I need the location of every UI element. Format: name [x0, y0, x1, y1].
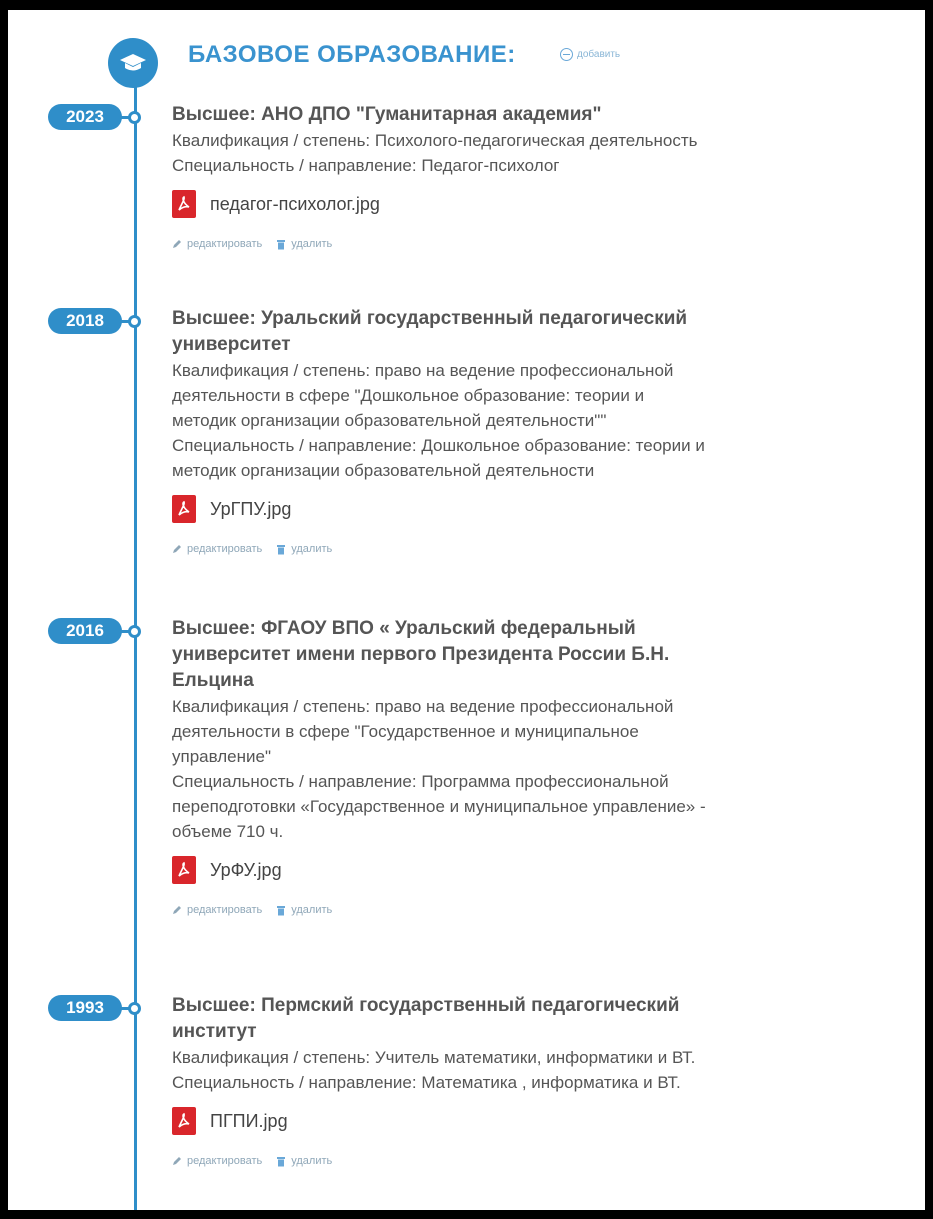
- entry-text-line: методик организации образовательной деят…: [172, 461, 595, 480]
- entry-title: Высшее: Уральский государственный педаго…: [172, 308, 688, 329]
- entry-text-line: Специальность / направление: Математика …: [172, 1073, 681, 1092]
- pdf-file-icon: [172, 495, 196, 523]
- delete-label: удалить: [291, 904, 333, 916]
- trash-icon: [277, 544, 286, 554]
- delete-label: удалить: [291, 238, 333, 250]
- file-name[interactable]: УрФУ.jpg: [210, 860, 282, 881]
- entry-actions: редактировать удалить: [172, 238, 885, 250]
- entry-actions: редактировать удалить: [172, 1155, 885, 1167]
- entry-text-line: Квалификация / степень: Психолого-педаго…: [172, 131, 698, 150]
- year-badge: 1993: [48, 995, 122, 1021]
- entry-text-line: деятельности в сфере "Государственное и …: [172, 722, 639, 741]
- entry-text-line: Квалификация / степень: право на ведение…: [172, 697, 674, 716]
- trash-icon: [277, 905, 286, 915]
- pdf-file-icon: [172, 190, 196, 218]
- delete-button[interactable]: удалить: [276, 238, 332, 250]
- entry-text-line: Специальность / направление: Педагог-пси…: [172, 156, 560, 175]
- entry-title: Высшее: ФГАОУ ВПО « Уральский федеральны…: [172, 618, 636, 639]
- edit-button[interactable]: редактировать: [172, 238, 262, 250]
- pencil-icon: [173, 1157, 181, 1165]
- delete-button[interactable]: удалить: [276, 904, 332, 916]
- entry-title: Высшее: Пермский государственный педагог…: [172, 995, 680, 1016]
- timeline-dot: [128, 625, 141, 638]
- pencil-icon: [173, 906, 181, 914]
- edit-button[interactable]: редактировать: [172, 543, 262, 555]
- delete-label: удалить: [291, 1155, 333, 1167]
- edit-button[interactable]: редактировать: [172, 1155, 262, 1167]
- entry-text-line: Квалификация / степень: Учитель математи…: [172, 1048, 696, 1067]
- entry-title: институт: [172, 1021, 257, 1042]
- timeline-dot: [128, 1002, 141, 1015]
- year-badge: 2016: [48, 618, 122, 644]
- pdf-file-icon: [172, 1107, 196, 1135]
- file-name[interactable]: педагог-психолог.jpg: [210, 194, 380, 215]
- pdf-file-icon: [172, 856, 196, 884]
- add-button[interactable]: добавить: [560, 48, 620, 61]
- entry-title: Высшее: АНО ДПО "Гуманитарная академия": [172, 104, 602, 125]
- delete-button[interactable]: удалить: [276, 543, 332, 555]
- delete-button[interactable]: удалить: [276, 1155, 332, 1167]
- add-label: добавить: [577, 49, 621, 60]
- file-name[interactable]: УрГПУ.jpg: [210, 499, 291, 520]
- entry-text-line: методик организации образовательной деят…: [172, 411, 607, 430]
- entry-title: Ельцина: [172, 670, 254, 691]
- file-name[interactable]: ПГПИ.jpg: [210, 1111, 288, 1132]
- edit-label: редактировать: [187, 238, 263, 250]
- year-badge: 2018: [48, 308, 122, 334]
- entry-actions: редактировать удалить: [172, 543, 885, 555]
- entry-text-line: Квалификация / степень: право на ведение…: [172, 361, 674, 380]
- file-attachment[interactable]: УрГПУ.jpg: [172, 495, 885, 523]
- trash-icon: [277, 1156, 286, 1166]
- file-attachment[interactable]: ПГПИ.jpg: [172, 1107, 885, 1135]
- entry-text-line: объеме 710 ч.: [172, 822, 284, 841]
- entry-title: университет имени первого Президента Рос…: [172, 644, 670, 665]
- timeline-dot: [128, 315, 141, 328]
- minus-circle-icon: [560, 48, 573, 61]
- entry-text-line: деятельности в сфере "Дошкольное образов…: [172, 386, 645, 405]
- timeline-dot: [128, 111, 141, 124]
- entry-text-line: управление": [172, 747, 272, 766]
- entry-text-line: переподготовки «Государственное и муници…: [172, 797, 706, 816]
- entry-title: университет: [172, 334, 291, 355]
- file-attachment[interactable]: педагог-психолог.jpg: [172, 190, 885, 218]
- trash-icon: [277, 239, 286, 249]
- delete-label: удалить: [291, 543, 333, 555]
- entry-text-line: Специальность / направление: Программа п…: [172, 772, 669, 791]
- edit-button[interactable]: редактировать: [172, 904, 262, 916]
- file-attachment[interactable]: УрФУ.jpg: [172, 856, 885, 884]
- section-title: БАЗОВОЕ ОБРАЗОВАНИЕ:: [188, 41, 516, 68]
- edit-label: редактировать: [187, 1155, 263, 1167]
- pencil-icon: [173, 545, 181, 553]
- edit-label: редактировать: [187, 904, 263, 916]
- pencil-icon: [173, 240, 181, 248]
- entry-text-line: Специальность / направление: Дошкольное …: [172, 436, 705, 455]
- education-panel: БАЗОВОЕ ОБРАЗОВАНИЕ: добавить 2023 Высше…: [8, 10, 925, 1210]
- entry-actions: редактировать удалить: [172, 904, 885, 916]
- graduation-cap-icon: [108, 38, 158, 88]
- edit-label: редактировать: [187, 543, 263, 555]
- year-badge: 2023: [48, 104, 122, 130]
